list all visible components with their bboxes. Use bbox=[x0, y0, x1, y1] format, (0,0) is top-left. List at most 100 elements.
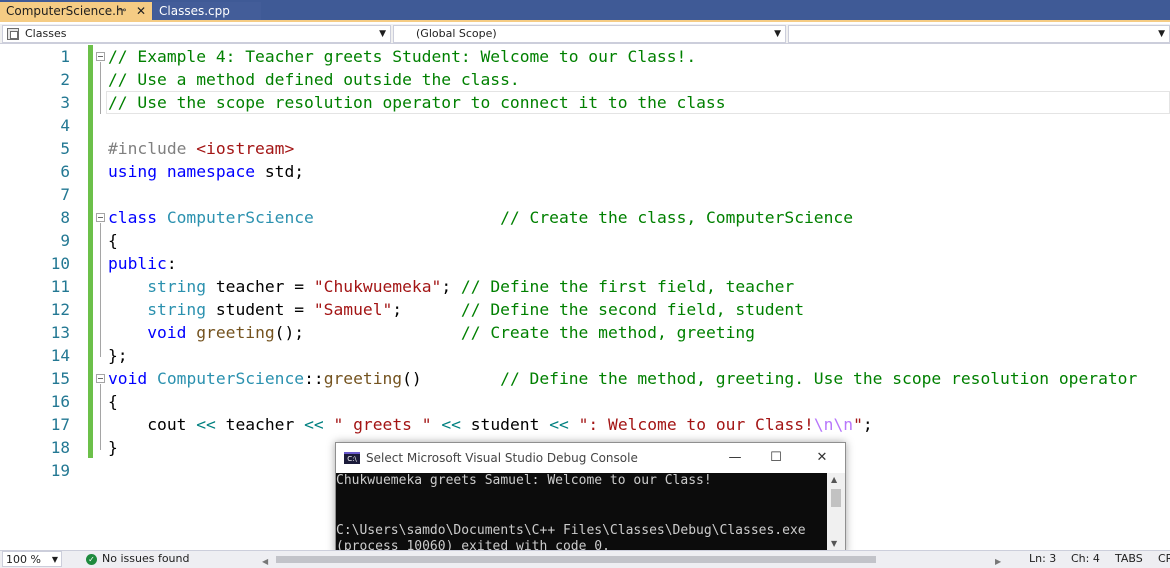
line-number: 18 bbox=[50, 438, 70, 457]
code-token: ; bbox=[441, 277, 461, 296]
project-icon bbox=[7, 28, 19, 40]
project-dropdown[interactable]: Classes ▼ bbox=[2, 25, 391, 43]
code-text[interactable]: #include <iostream> bbox=[108, 137, 294, 160]
close-icon[interactable]: ✕ bbox=[136, 2, 146, 20]
code-text[interactable]: // Example 4: Teacher greets Student: We… bbox=[108, 45, 696, 68]
code-text[interactable]: { bbox=[108, 229, 118, 252]
line-number-indicator[interactable]: Ln: 3 bbox=[1029, 551, 1056, 567]
code-token: string bbox=[147, 300, 207, 319]
collapse-icon[interactable] bbox=[96, 374, 105, 383]
code-token: << bbox=[441, 415, 461, 434]
scroll-down-icon[interactable]: ▼ bbox=[831, 539, 837, 548]
issues-indicator[interactable]: ✓ No issues found bbox=[86, 551, 189, 567]
code-line[interactable]: 2 // Use a method defined outside the cla… bbox=[0, 68, 1170, 91]
code-token: // Example 4: Teacher greets Student: We… bbox=[108, 47, 697, 66]
code-token: void bbox=[108, 369, 148, 388]
code-line[interactable]: 7 bbox=[0, 183, 1170, 206]
code-text[interactable]: using namespace std; bbox=[108, 160, 304, 183]
code-line[interactable]: 8 class ComputerScience // Create the cla… bbox=[0, 206, 1170, 229]
collapse-icon[interactable] bbox=[96, 52, 105, 61]
horizontal-scrollbar-thumb[interactable] bbox=[276, 556, 876, 563]
zoom-level: 100 % bbox=[6, 553, 41, 566]
tab-computerscience-h[interactable]: ComputerScience.h ⊸ ✕ bbox=[0, 2, 152, 20]
code-text[interactable]: public: bbox=[108, 252, 177, 275]
code-text[interactable]: cout << teacher << " greets " << student… bbox=[108, 413, 873, 436]
code-text[interactable]: }; bbox=[108, 344, 128, 367]
code-token: class bbox=[108, 208, 158, 227]
code-token: << bbox=[196, 415, 216, 434]
tab-classes-cpp[interactable]: Classes.cpp bbox=[153, 2, 261, 20]
scroll-left-icon[interactable]: ◀ bbox=[262, 554, 268, 568]
code-line[interactable]: 3 // Use the scope resolution operator to… bbox=[0, 91, 1170, 114]
line-number: 13 bbox=[50, 323, 70, 342]
code-line[interactable]: 11 string teacher = "Chukwuemeka"; // De… bbox=[0, 275, 1170, 298]
code-token: teacher bbox=[215, 415, 305, 434]
code-line[interactable]: 15 void ComputerScience::greeting() // De… bbox=[0, 367, 1170, 390]
scroll-right-icon[interactable]: ▶ bbox=[995, 554, 1001, 568]
console-title-bar[interactable]: C:\ Select Microsoft Visual Studio Debug… bbox=[336, 443, 845, 473]
code-token: // Define the second field, student bbox=[460, 300, 804, 319]
indent-mode-indicator[interactable]: TABS bbox=[1115, 551, 1143, 567]
code-line[interactable]: 4 bbox=[0, 114, 1170, 137]
code-line[interactable]: 14}; bbox=[0, 344, 1170, 367]
code-line[interactable]: 10 public: bbox=[0, 252, 1170, 275]
code-token: student bbox=[460, 415, 550, 434]
code-token: () bbox=[402, 369, 501, 388]
member-dropdown[interactable]: ▼ bbox=[788, 25, 1170, 43]
code-token: : bbox=[166, 254, 177, 273]
code-text[interactable]: string teacher = "Chukwuemeka"; // Defin… bbox=[108, 275, 794, 298]
maximize-button[interactable]: ☐ bbox=[756, 443, 796, 473]
line-number: 16 bbox=[50, 392, 70, 411]
scope-dropdown[interactable]: (Global Scope) ▼ bbox=[393, 25, 786, 43]
line-number: 11 bbox=[50, 277, 70, 296]
collapse-icon[interactable] bbox=[96, 213, 105, 222]
code-token: \n\n bbox=[813, 415, 854, 434]
code-token: :: bbox=[304, 369, 324, 388]
zoom-dropdown[interactable]: 100 % ▼ bbox=[2, 551, 62, 567]
code-text[interactable]: void greeting(); // Create the method, g… bbox=[108, 321, 755, 344]
code-line[interactable]: 16 { bbox=[0, 390, 1170, 413]
close-button[interactable]: ✕ bbox=[802, 443, 842, 473]
code-line[interactable]: 5 #include <iostream> bbox=[0, 137, 1170, 160]
code-token: using bbox=[108, 162, 158, 181]
line-number: 2 bbox=[60, 70, 70, 89]
column-indicator[interactable]: Ch: 4 bbox=[1071, 551, 1100, 567]
code-text[interactable]: string student = "Samuel"; // Define the… bbox=[108, 298, 804, 321]
line-number: 7 bbox=[60, 185, 70, 204]
code-text[interactable]: class ComputerScience // Create the clas… bbox=[108, 206, 853, 229]
pin-icon[interactable]: ⊸ bbox=[118, 2, 126, 20]
code-token: ; bbox=[862, 415, 873, 434]
code-token: void bbox=[147, 323, 187, 342]
editor-status-bar: 100 % ▼ ✓ No issues found ◀ ▶ Ln: 3 Ch: 4… bbox=[0, 550, 1170, 568]
code-text[interactable]: // Use the scope resolution operator to … bbox=[108, 91, 726, 114]
code-token: student = bbox=[206, 300, 314, 319]
code-line[interactable]: 12 string student = "Samuel"; // Define … bbox=[0, 298, 1170, 321]
code-line[interactable]: 6 using namespace std; bbox=[0, 160, 1170, 183]
code-text[interactable]: void ComputerScience::greeting() // Defi… bbox=[108, 367, 1137, 390]
line-number: 8 bbox=[60, 208, 70, 227]
scrollbar-thumb[interactable] bbox=[831, 489, 841, 507]
line-ending-indicator[interactable]: CR bbox=[1158, 551, 1170, 567]
minimize-button[interactable]: — bbox=[715, 443, 755, 473]
scroll-up-icon[interactable]: ▲ bbox=[831, 475, 837, 484]
line-number: 5 bbox=[60, 139, 70, 158]
line-number: 14 bbox=[50, 346, 70, 365]
console-output[interactable]: Chukwuemeka greets Samuel: Welcome to ou… bbox=[336, 473, 827, 553]
console-title: Select Microsoft Visual Studio Debug Con… bbox=[366, 451, 638, 465]
code-text[interactable]: { bbox=[108, 390, 118, 413]
code-line[interactable]: 1 // Example 4: Teacher greets Student: W… bbox=[0, 45, 1170, 68]
code-line[interactable]: 9{ bbox=[0, 229, 1170, 252]
code-token: string bbox=[147, 277, 207, 296]
code-line[interactable]: 17 cout << teacher << " greets " << stud… bbox=[0, 413, 1170, 436]
code-line[interactable]: 13 void greeting(); // Create the method… bbox=[0, 321, 1170, 344]
code-text[interactable]: // Use a method defined outside the clas… bbox=[108, 68, 520, 91]
code-token: << bbox=[304, 415, 324, 434]
debug-console-window[interactable]: C:\ Select Microsoft Visual Studio Debug… bbox=[335, 442, 846, 554]
code-token: greeting bbox=[323, 369, 403, 388]
code-text[interactable]: } bbox=[108, 436, 118, 459]
console-scrollbar[interactable]: ▲ ▼ bbox=[827, 473, 845, 553]
